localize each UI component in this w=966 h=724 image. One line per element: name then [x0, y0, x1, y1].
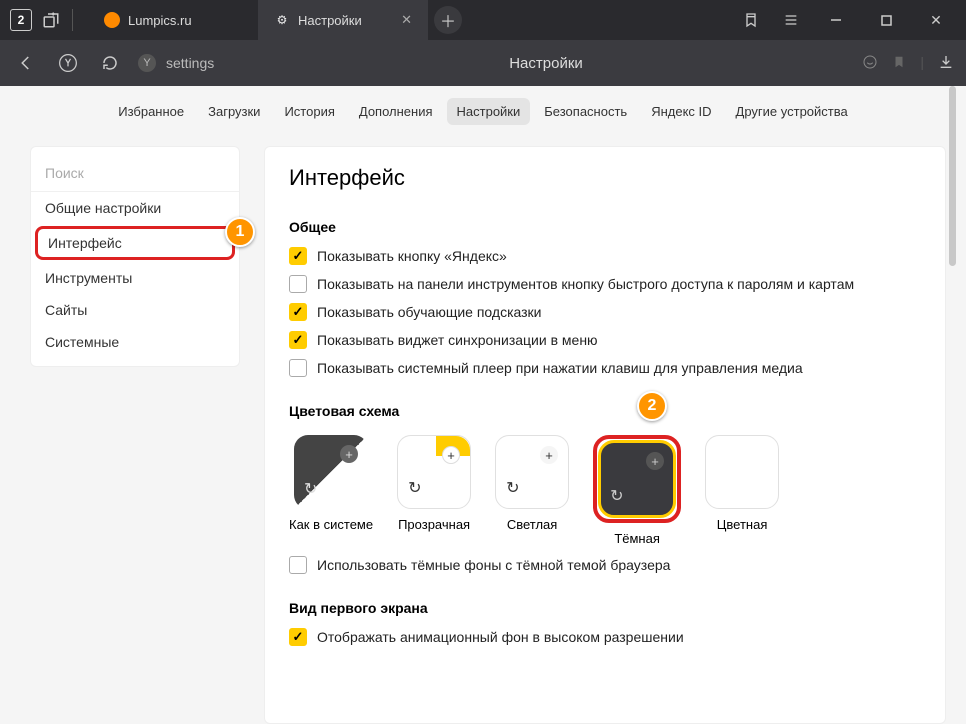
section-title-firstscreen: Вид первого экрана: [289, 600, 921, 616]
tab-label: Настройки: [298, 13, 362, 28]
settings-sidebar: Поиск Общие настройки Интерфейс Инструме…: [30, 146, 240, 367]
topnav-item[interactable]: Настройки: [447, 98, 531, 125]
page-content: Избранное Загрузки История Дополнения На…: [0, 86, 966, 724]
bookmark-page-icon[interactable]: [892, 54, 906, 73]
sidebar-item-general[interactable]: Общие настройки: [31, 192, 239, 224]
reload-icon: ↻: [408, 478, 421, 498]
divider: |: [920, 54, 924, 73]
url-text: settings: [166, 55, 214, 71]
callout-badge-1: 1: [225, 217, 255, 247]
checkbox[interactable]: [289, 247, 307, 265]
page-title: Настройки: [509, 55, 583, 72]
checkbox[interactable]: [289, 628, 307, 646]
divider: [72, 9, 82, 31]
reload-icon: ↻: [506, 478, 519, 498]
topnav-item[interactable]: Безопасность: [534, 98, 637, 125]
checkbox-row[interactable]: Показывать системный плеер при нажатии к…: [289, 359, 921, 377]
theme-option-system[interactable]: + ↻ Как в системе: [289, 435, 373, 546]
checkbox[interactable]: [289, 275, 307, 293]
gear-icon: ⚙: [274, 12, 290, 28]
reload-icon: ↻: [304, 479, 317, 499]
checkbox[interactable]: [289, 303, 307, 321]
downloads-icon[interactable]: [938, 54, 954, 73]
theme-label: Прозрачная: [398, 517, 470, 532]
topnav-item[interactable]: Загрузки: [198, 98, 270, 125]
plus-icon: +: [540, 446, 558, 464]
topnav-item[interactable]: История: [274, 98, 344, 125]
theme-option-color[interactable]: Цветная: [705, 435, 779, 546]
search-input[interactable]: Поиск: [31, 155, 239, 192]
checkbox-label: Использовать тёмные фоны с тёмной темой …: [317, 557, 670, 573]
theme-label: Как в системе: [289, 517, 373, 532]
theme-option-light[interactable]: + ↻ Светлая: [495, 435, 569, 546]
sidebar-item-interface[interactable]: Интерфейс: [35, 226, 235, 260]
reload-icon: ↻: [610, 486, 623, 506]
checkbox[interactable]: [289, 556, 307, 574]
topnav-item[interactable]: Дополнения: [349, 98, 443, 125]
menu-icon[interactable]: [776, 5, 806, 35]
checkbox-label: Показывать кнопку «Яндекс»: [317, 248, 507, 264]
plus-icon: +: [646, 452, 664, 470]
reload-button[interactable]: [96, 49, 124, 77]
checkbox[interactable]: [289, 359, 307, 377]
site-icon: Y: [138, 54, 156, 72]
checkbox-row[interactable]: Показывать виджет синхронизации в меню: [289, 331, 921, 349]
minimize-button[interactable]: [816, 5, 856, 35]
checkbox-row[interactable]: Отображать анимационный фон в высоком ра…: [289, 628, 921, 646]
theme-label: Тёмная: [614, 531, 660, 546]
topnav-item[interactable]: Другие устройства: [726, 98, 858, 125]
favicon-icon: [104, 12, 120, 28]
topnav-item[interactable]: Яндекс ID: [641, 98, 721, 125]
panel-heading: Интерфейс: [289, 165, 921, 191]
tab-lumpics[interactable]: Lumpics.ru: [88, 0, 258, 40]
settings-topnav: Избранное Загрузки История Дополнения На…: [0, 86, 966, 136]
yandex-home-icon[interactable]: [54, 49, 82, 77]
maximize-button[interactable]: [866, 5, 906, 35]
browser-toolbar: Y settings Настройки |: [0, 40, 966, 86]
new-tab-group-icon[interactable]: [36, 5, 66, 35]
checkbox-label: Показывать на панели инструментов кнопку…: [317, 276, 854, 292]
bookmark-icon[interactable]: [736, 5, 766, 35]
section-title-general: Общее: [289, 219, 921, 235]
close-window-button[interactable]: ✕: [916, 5, 956, 35]
sidebar-item-sites[interactable]: Сайты: [31, 294, 239, 326]
tab-count-badge[interactable]: 2: [10, 9, 32, 31]
scrollbar[interactable]: [949, 86, 956, 266]
checkbox-row[interactable]: Показывать кнопку «Яндекс»: [289, 247, 921, 265]
add-tab-button[interactable]: ＋: [434, 6, 462, 34]
theme-picker: + ↻ Как в системе + ↻ Прозрачная: [289, 435, 921, 546]
plus-icon: +: [442, 446, 460, 464]
theme-option-transparent[interactable]: + ↻ Прозрачная: [397, 435, 471, 546]
checkbox-row[interactable]: Использовать тёмные фоны с тёмной темой …: [289, 556, 921, 574]
checkbox-label: Отображать анимационный фон в высоком ра…: [317, 629, 684, 645]
theme-label: Светлая: [507, 517, 557, 532]
plus-icon: +: [340, 445, 358, 463]
checkbox[interactable]: [289, 331, 307, 349]
theme-option-dark[interactable]: + ↻ Тёмная: [593, 435, 681, 546]
section-title-colorscheme: Цветовая схема: [289, 403, 921, 419]
sidebar-item-system[interactable]: Системные: [31, 326, 239, 358]
address-bar[interactable]: Y settings Настройки |: [138, 55, 954, 72]
tab-settings[interactable]: ⚙ Настройки ✕: [258, 0, 428, 40]
checkbox-row[interactable]: Показывать обучающие подсказки: [289, 303, 921, 321]
theme-label: Цветная: [717, 517, 768, 532]
feedback-icon[interactable]: [862, 54, 878, 73]
checkbox-label: Показывать виджет синхронизации в меню: [317, 332, 598, 348]
tab-label: Lumpics.ru: [128, 13, 192, 28]
close-icon[interactable]: ✕: [401, 12, 412, 28]
back-button[interactable]: [12, 49, 40, 77]
topnav-item[interactable]: Избранное: [108, 98, 194, 125]
checkbox-label: Показывать системный плеер при нажатии к…: [317, 360, 803, 376]
checkbox-row[interactable]: Показывать на панели инструментов кнопку…: [289, 275, 921, 293]
settings-panel: Интерфейс Общее Показывать кнопку «Яндек…: [264, 146, 946, 724]
sidebar-item-tools[interactable]: Инструменты: [31, 262, 239, 294]
callout-badge-2: 2: [637, 391, 667, 421]
checkbox-label: Показывать обучающие подсказки: [317, 304, 542, 320]
browser-titlebar: 2 Lumpics.ru ⚙ Настройки ✕ ＋ ✕: [0, 0, 966, 40]
